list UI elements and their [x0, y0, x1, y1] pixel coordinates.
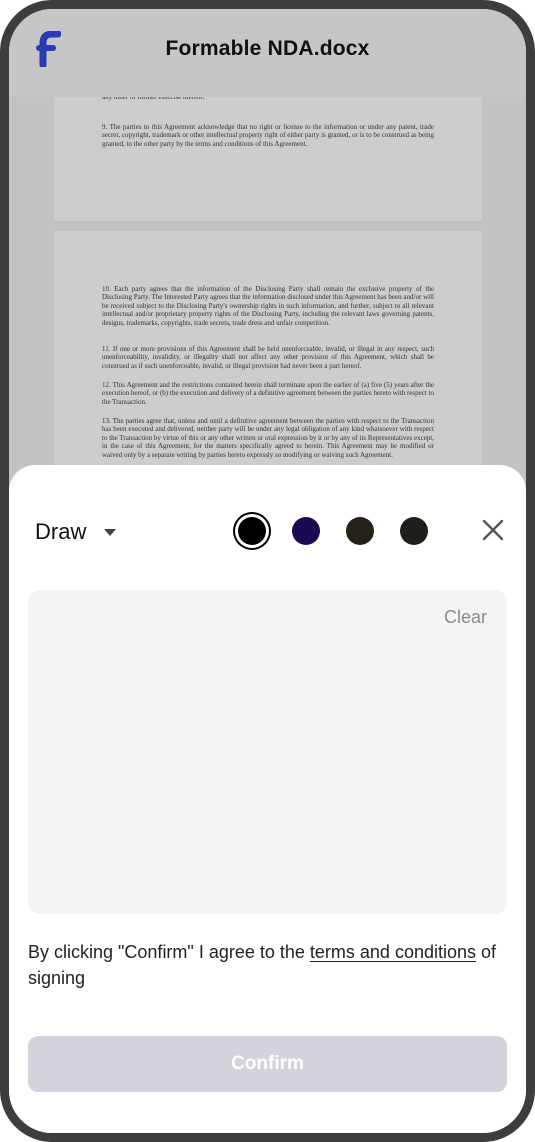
color-swatch-dark-gray[interactable] [400, 517, 428, 545]
color-swatch-navy[interactable] [292, 517, 320, 545]
signature-pad[interactable]: Clear [28, 590, 507, 914]
terms-agreement-text: By clicking "Confirm" I agree to the ter… [28, 939, 496, 991]
color-swatch-dark-olive[interactable] [346, 517, 374, 545]
terms-and-conditions-link[interactable]: terms and conditions [310, 942, 476, 962]
screen: shall operate as a waiver thereof, nor s… [9, 9, 526, 1133]
caret-down-icon [104, 528, 117, 536]
phone-frame: shall operate as a waiver thereof, nor s… [0, 0, 535, 1142]
color-swatch-black[interactable] [238, 517, 266, 545]
close-icon[interactable] [478, 515, 508, 545]
signature-mode-dropdown[interactable]: Draw [35, 519, 117, 545]
agreement-prefix: By clicking "Confirm" I agree to the [28, 942, 310, 962]
clear-button[interactable]: Clear [444, 607, 487, 628]
confirm-button[interactable]: Confirm [28, 1036, 507, 1092]
signature-sheet: Draw Clear By clicking "Confirm" I agree… [9, 465, 526, 1133]
signature-mode-label: Draw [35, 519, 87, 544]
